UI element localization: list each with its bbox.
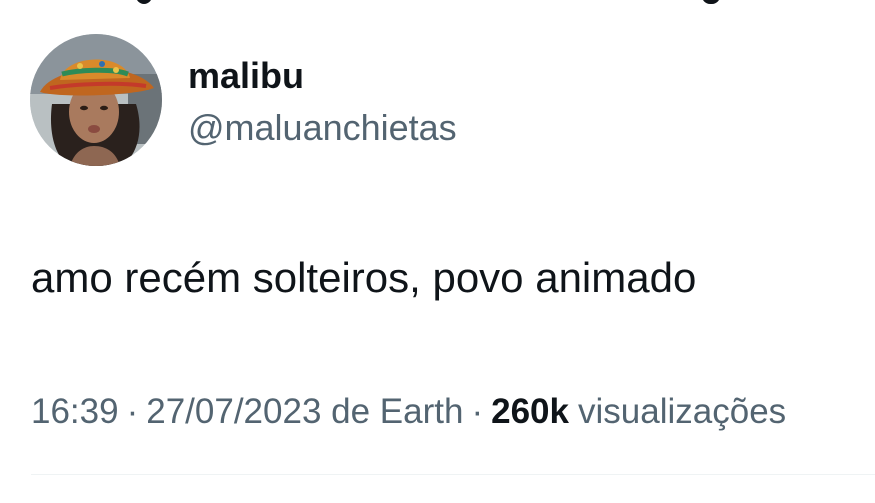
display-name[interactable]: malibu — [188, 54, 304, 98]
tweet-metadata: 16:39 · 27/07/2023 de Earth · 260k visualizaç… — [31, 390, 875, 434]
separator: · — [126, 392, 139, 431]
tweet-time[interactable]: 16:39 — [31, 392, 119, 431]
tweet-source: de Earth — [331, 392, 464, 431]
tweet-date[interactable]: 27/07/2023 — [146, 392, 321, 431]
views-count[interactable]: 260k — [491, 392, 569, 431]
user-handle[interactable]: @maluanchietas — [188, 106, 457, 150]
previous-content-fragment — [0, 0, 875, 10]
views-label: visualizações — [578, 392, 787, 431]
tweet-text: amo recém solteiros, povo animado — [31, 254, 697, 301]
text-fragment — [136, 0, 152, 4]
separator: · — [471, 392, 484, 431]
profile-photo-icon — [30, 34, 162, 166]
avatar[interactable] — [30, 34, 162, 166]
divider — [31, 474, 875, 475]
text-fragment — [702, 0, 720, 4]
